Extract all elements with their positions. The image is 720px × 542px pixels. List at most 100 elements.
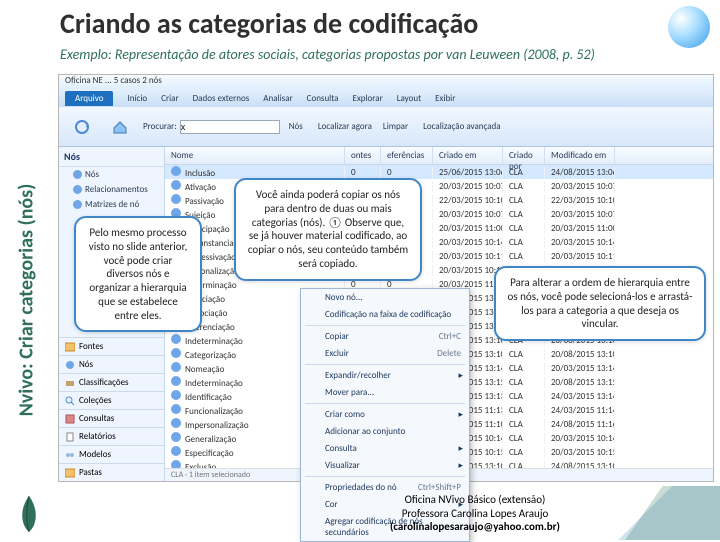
cell-criado: 20/03/2015 10:11 — [433, 251, 503, 262]
nav-nos[interactable]: Nós — [59, 355, 164, 373]
cell-user: CLA — [503, 433, 545, 444]
nav-classif[interactable]: Classificações — [59, 373, 164, 391]
mi-shortcut: Ctrl+C — [439, 331, 461, 342]
nav-item-matrizes[interactable]: Matrizes de nó — [59, 197, 164, 212]
mi-add-set[interactable]: Adicionar ao conjunto — [301, 423, 469, 440]
tab-analisar[interactable]: Analisar — [263, 93, 292, 104]
footer-l1: Oficina NVivo Básico (extensão) — [390, 493, 560, 507]
nav-label: Coleções — [79, 395, 112, 406]
mi-copy[interactable]: CopiarCtrl+C — [301, 328, 469, 345]
nav-fontes[interactable]: Fontes — [59, 337, 164, 355]
find-advanced[interactable]: Localização avançada — [423, 121, 500, 132]
cell-user: CLA — [503, 181, 545, 192]
table-row[interactable]: Inclusão0025/06/2015 13:06CLA24/08/2015 … — [165, 165, 713, 179]
ribbon-tabs: Arquivo Início Criar Dados externos Anal… — [59, 89, 713, 107]
node-icon — [73, 185, 82, 194]
mi-code-stripe[interactable]: Codificação na faixa de codificação — [301, 306, 469, 323]
col-ref[interactable]: eferências — [381, 147, 433, 164]
folder-icon — [65, 468, 75, 478]
nav-colecoes[interactable]: Coleções — [59, 391, 164, 409]
cell-mod: 24/03/2015 13:14 — [545, 391, 615, 402]
cell-mod: 20/03/2015 10:11 — [545, 251, 615, 262]
col-fontes[interactable]: ontes — [345, 147, 381, 164]
nav-label: Consultas — [79, 413, 114, 424]
mi-move[interactable]: Mover para... — [301, 384, 469, 401]
mi-delete[interactable]: ExcluirDelete — [301, 345, 469, 362]
cell-user: CLA — [503, 405, 545, 416]
node-icon — [73, 170, 82, 179]
col-user[interactable]: Criado por — [503, 147, 545, 164]
brand-logo — [668, 6, 710, 48]
cell-criado: 20/03/2015 11:00 — [433, 223, 503, 234]
page-title: Criando as categorias de codificação — [60, 6, 478, 41]
model-icon — [65, 450, 75, 460]
node-icon — [171, 362, 181, 372]
cell-mod: 20/08/2015 13:15 — [545, 377, 615, 388]
slide-footer: Oficina NVivo Básico (extensão) Professo… — [0, 486, 720, 540]
nav-modelos[interactable]: Modelos — [59, 445, 164, 463]
leaf-icon — [14, 494, 44, 534]
mi-create-as[interactable]: Criar como▸ — [301, 406, 469, 423]
nav-label: Classificações — [79, 377, 129, 388]
nav-consultas[interactable]: Consultas — [59, 409, 164, 427]
nav-relatorios[interactable]: Relatórios — [59, 427, 164, 445]
find-scope: Nós — [289, 121, 303, 132]
nav-pastas[interactable]: Pastas — [59, 463, 164, 481]
circle-icon — [65, 360, 75, 370]
vertical-label-wrap: Nvivo: Criar categorias (nós) — [0, 120, 54, 480]
col-criado[interactable]: Criado em — [433, 147, 503, 164]
footer-l2: Professora Carolina Lopes Araujo — [390, 507, 560, 521]
tab-layout[interactable]: Layout — [397, 93, 421, 104]
mi-new-node[interactable]: Novo nó... — [301, 289, 469, 306]
mi-expand[interactable]: Expandir/recolher▸ — [301, 367, 469, 384]
cell-user: CLA — [503, 349, 545, 360]
chevron-right-icon: ▸ — [458, 460, 463, 471]
tab-criar[interactable]: Criar — [161, 93, 178, 104]
cell-mod: 24/08/2015 11:16 — [545, 419, 615, 430]
tab-file[interactable]: Arquivo — [65, 91, 113, 106]
node-icon — [171, 166, 181, 176]
ribbon-home-button[interactable] — [105, 119, 135, 135]
col-mod[interactable]: Modificado em — [545, 147, 615, 164]
window-titlebar: Oficina NE ... 5 casos 2 nós — [59, 75, 713, 89]
report-icon — [65, 432, 75, 442]
find-now[interactable]: Localizar agora — [318, 121, 372, 132]
chevron-right-icon: ▸ — [458, 370, 463, 381]
cell-user: CLA — [503, 237, 545, 248]
tag-icon — [65, 378, 75, 388]
cell-user: CLA — [503, 251, 545, 262]
cell-criado: 20/03/2015 10:10 — [433, 265, 503, 276]
tab-inicio[interactable]: Início — [127, 93, 147, 104]
node-icon — [171, 404, 181, 414]
callout-left: Pelo mesmo processo visto no slide anter… — [74, 216, 202, 332]
cell-user: CLA — [503, 377, 545, 388]
tab-exibir[interactable]: Exibir — [435, 93, 455, 104]
find-clear[interactable]: Limpar — [383, 121, 408, 132]
node-icon — [171, 432, 181, 442]
col-name[interactable]: Nome — [165, 147, 345, 164]
node-icon — [171, 334, 181, 344]
search-icon — [65, 396, 75, 406]
folder-icon — [65, 342, 75, 352]
chevron-right-icon: ▸ — [458, 443, 463, 454]
tab-dados-externos[interactable]: Dados externos — [193, 93, 250, 104]
tab-consulta[interactable]: Consulta — [307, 93, 339, 104]
tab-explorar[interactable]: Explorar — [352, 93, 382, 104]
ribbon-refresh-button[interactable] — [67, 119, 97, 135]
home-icon — [112, 119, 128, 135]
callout-right: Para alterar a ordem de hierarquia entre… — [494, 266, 706, 341]
menu-separator — [305, 476, 465, 477]
cell-mod: 20/03/2015 10:14 — [545, 433, 615, 444]
mi-visualize[interactable]: Visualizar▸ — [301, 457, 469, 474]
find-input[interactable] — [180, 120, 280, 134]
mi-query[interactable]: Consulta▸ — [301, 440, 469, 457]
mi-label: Excluir — [325, 348, 349, 359]
find-label: Procurar: — [143, 121, 177, 132]
nav-item-nos[interactable]: Nós — [59, 167, 164, 182]
cell-name: Inclusão — [165, 166, 345, 179]
nav-label: Relatórios — [79, 431, 116, 442]
nav-item-relac[interactable]: Relacionamentos — [59, 182, 164, 197]
nav-item-label: Relacionamentos — [85, 184, 148, 195]
nav-section-nodes: Nós — [59, 147, 164, 167]
menu-separator — [305, 364, 465, 365]
